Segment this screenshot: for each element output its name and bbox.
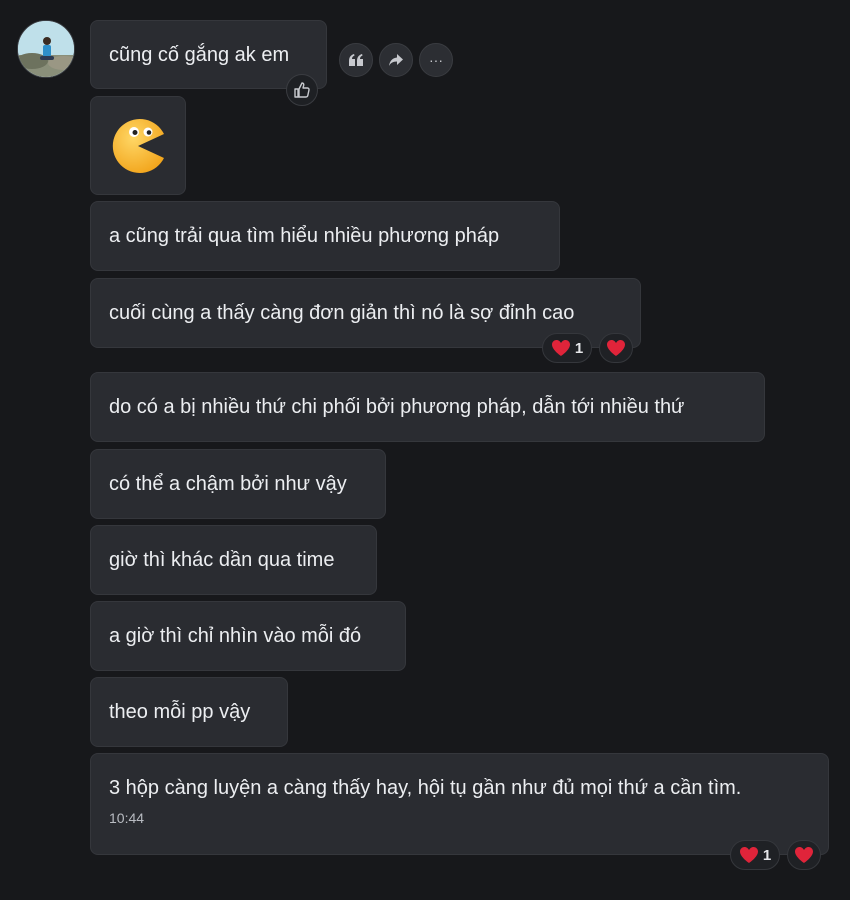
heart-icon <box>607 340 625 356</box>
more-icon[interactable]: ··· <box>419 43 453 77</box>
message-text: giờ thì khác dần qua time <box>109 549 335 571</box>
reaction-summary[interactable]: 1 <box>542 333 592 363</box>
heart-icon <box>739 847 758 863</box>
message-bubble[interactable]: theo mỗi pp vậy <box>90 677 288 747</box>
message-text: do có a bị nhiều thứ chi phối bởi phương… <box>109 396 685 418</box>
message-bubble[interactable]: giờ thì khác dần qua time <box>90 525 377 595</box>
message-bubble[interactable]: a giờ thì chỉ nhìn vào mỗi đó <box>90 601 406 671</box>
message-text: 3 hộp càng luyện a càng thấy hay, hội tụ… <box>109 777 742 799</box>
message-text: a giờ thì chỉ nhìn vào mỗi đó <box>109 625 362 647</box>
reaction-summary[interactable]: 1 <box>730 840 780 870</box>
message-text: a cũng trải qua tìm hiểu nhiều phương ph… <box>109 225 500 247</box>
pacman-sticker-icon <box>112 118 164 173</box>
message-text: có thể a chậm bởi như vậy <box>109 473 347 495</box>
message-text: cuối cùng a thấy càng đơn giản thì nó là… <box>109 302 575 324</box>
reaction-count: 1 <box>762 846 772 864</box>
message-timestamp: 10:44 <box>109 810 145 826</box>
message-bubble[interactable]: 3 hộp càng luyện a càng thấy hay, hội tụ… <box>90 753 829 855</box>
more-icon-glyph: ··· <box>429 52 443 68</box>
heart-icon <box>795 847 813 863</box>
heart-icon <box>551 340 570 356</box>
reaction-count: 1 <box>574 339 584 357</box>
message-bubble[interactable]: có thể a chậm bởi như vậy <box>90 449 386 519</box>
sender-avatar[interactable] <box>17 20 75 78</box>
sticker-message[interactable] <box>90 96 186 195</box>
message-text: cũng cố gắng ak em <box>109 44 290 66</box>
message-bubble[interactable]: a cũng trải qua tìm hiểu nhiều phương ph… <box>90 201 560 271</box>
thumbs-up-icon[interactable] <box>286 74 318 106</box>
message-actions: ··· <box>339 43 453 77</box>
add-reaction-button[interactable] <box>599 333 633 363</box>
add-reaction-button[interactable] <box>787 840 821 870</box>
message-text: theo mỗi pp vậy <box>109 701 251 723</box>
quote-icon[interactable] <box>339 43 373 77</box>
forward-icon[interactable] <box>379 43 413 77</box>
message-bubble[interactable]: do có a bị nhiều thứ chi phối bởi phương… <box>90 372 765 442</box>
